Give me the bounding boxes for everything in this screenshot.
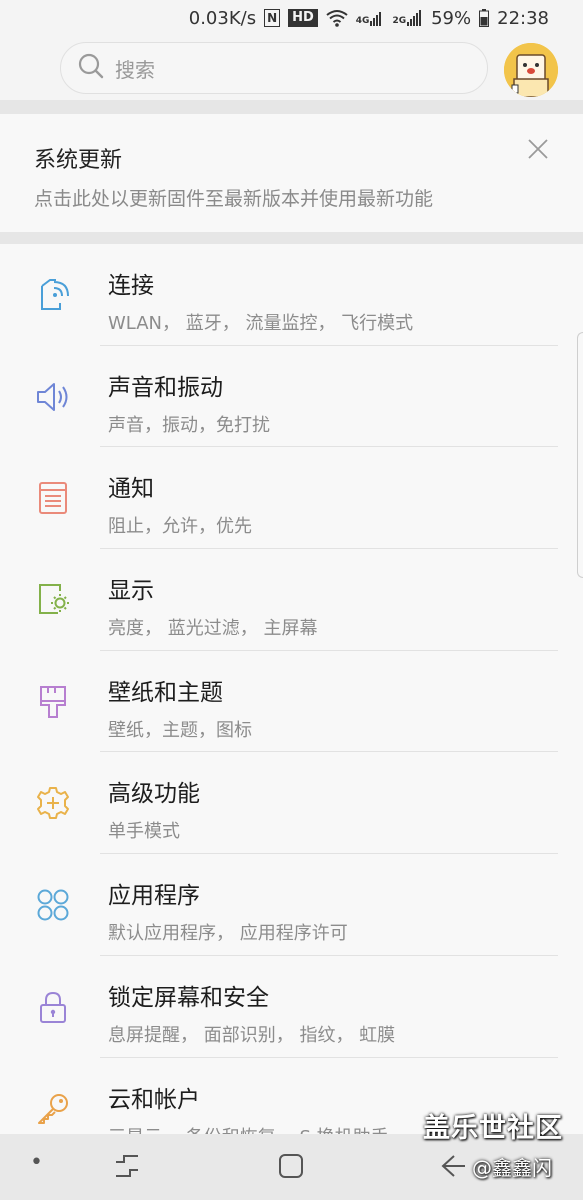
settings-item-subtitle: WLAN， 蓝牙， 流量监控， 飞行模式 — [108, 313, 414, 334]
settings-item-advanced[interactable]: 高级功能 单手模式 — [0, 752, 583, 855]
nfc-icon: N — [264, 9, 281, 27]
signal-2g-icon: 2G — [392, 10, 423, 26]
lock-icon — [36, 990, 70, 1024]
divider — [0, 232, 583, 244]
settings-item-connections[interactable]: 连接 WLAN， 蓝牙， 流量监控， 飞行模式 — [0, 244, 583, 346]
settings-item-notifications[interactable]: 通知 阻止，允许，优先 — [0, 447, 583, 550]
settings-item-display[interactable]: 显示 亮度， 蓝光过滤， 主屏幕 — [0, 549, 583, 651]
scroll-indicator[interactable] — [577, 332, 583, 578]
recent-apps-icon[interactable] — [114, 1152, 140, 1184]
settings-item-subtitle: 三星云， 备份和恢复， S 换机助手 — [108, 1123, 389, 1135]
battery-percent: 59% — [431, 7, 472, 29]
settings-item-subtitle: 息屏提醒， 面部识别， 指纹， 虹膜 — [108, 1024, 396, 1046]
settings-item-title: 壁纸和主题 — [108, 679, 223, 706]
back-icon[interactable] — [440, 1152, 466, 1184]
status-bar: 0.03K/s N HD 4G 2G 59% 22:38 — [0, 0, 583, 36]
close-icon[interactable] — [527, 138, 549, 160]
settings-item-wallpaper[interactable]: 壁纸和主题 壁纸，主题，图标 — [0, 651, 583, 753]
nav-dot: • — [30, 1150, 43, 1175]
advanced-gear-icon — [36, 786, 70, 820]
avatar[interactable] — [504, 43, 558, 97]
connections-icon — [36, 278, 70, 312]
settings-item-title: 通知 — [108, 476, 154, 503]
update-notice-card[interactable]: 系统更新 点击此处以更新固件至最新版本并使用最新功能 — [0, 114, 583, 232]
settings-item-subtitle: 阻止，允许，优先 — [108, 516, 252, 538]
update-notice-subtitle: 点击此处以更新固件至最新版本并使用最新功能 — [34, 188, 434, 210]
settings-item-subtitle: 壁纸，主题，图标 — [108, 719, 252, 741]
watermark-user: @鑫鑫闪 — [472, 1156, 552, 1180]
battery-icon — [479, 9, 490, 27]
settings-item-subtitle: 声音，振动，免打扰 — [108, 414, 270, 436]
signal-2g-label: 2G — [392, 16, 407, 26]
wifi-icon — [326, 9, 348, 27]
paintbrush-icon — [36, 685, 70, 719]
settings-item-apps[interactable]: 应用程序 默认应用程序， 应用程序许可 — [0, 854, 583, 956]
display-icon — [36, 583, 70, 617]
clock: 22:38 — [497, 7, 549, 29]
search-input[interactable]: 搜索 — [60, 42, 488, 94]
settings-item-title: 声音和振动 — [108, 374, 223, 401]
signal-4g-label: 4G — [355, 16, 370, 26]
settings-item-title: 锁定屏幕和安全 — [108, 984, 269, 1011]
signal-4g-icon: 4G — [356, 10, 385, 26]
watermark-site: 盖乐世社区 — [423, 1113, 563, 1144]
apps-icon — [36, 888, 70, 922]
settings-list: 连接 WLAN， 蓝牙， 流量监控， 飞行模式 声音和振动 声音，振动，免打扰 … — [0, 244, 583, 1134]
settings-item-title: 显示 — [108, 578, 154, 605]
home-icon[interactable] — [278, 1152, 304, 1184]
search-row: 搜索 — [0, 42, 583, 97]
speaker-icon — [36, 380, 70, 414]
settings-item-subtitle: 亮度， 蓝光过滤， 主屏幕 — [108, 618, 318, 640]
search-placeholder: 搜索 — [115, 57, 155, 82]
search-icon — [77, 52, 105, 84]
settings-item-title: 连接 — [108, 273, 154, 299]
settings-item-lock-security[interactable]: 锁定屏幕和安全 息屏提醒， 面部识别， 指纹， 虹膜 — [0, 956, 583, 1058]
update-notice-title: 系统更新 — [34, 148, 123, 173]
settings-item-subtitle: 单手模式 — [108, 821, 180, 843]
notification-icon — [36, 481, 70, 515]
key-icon — [36, 1092, 70, 1126]
settings-item-title: 云和帐户 — [108, 1086, 200, 1113]
settings-item-subtitle: 默认应用程序， 应用程序许可 — [108, 923, 348, 945]
settings-item-sound[interactable]: 声音和振动 声音，振动，免打扰 — [0, 346, 583, 448]
network-speed: 0.03K/s — [188, 7, 257, 29]
divider — [0, 100, 583, 114]
settings-item-title: 应用程序 — [108, 883, 200, 910]
hd-voice-icon: HD — [288, 9, 318, 27]
settings-item-title: 高级功能 — [108, 781, 200, 808]
